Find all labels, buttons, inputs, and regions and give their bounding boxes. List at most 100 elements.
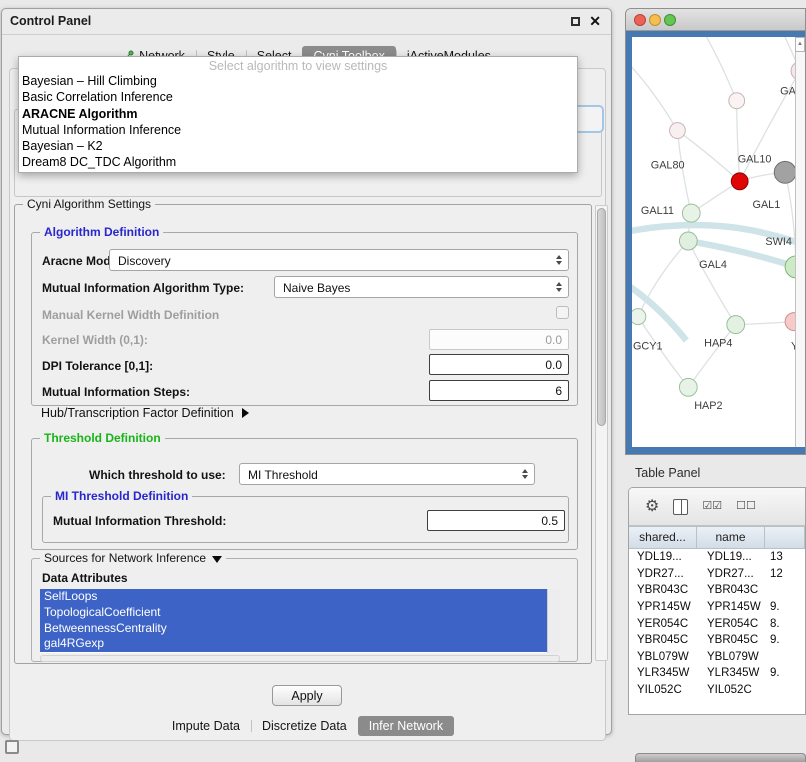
cell: 9. xyxy=(765,634,805,646)
deselect-all-icon[interactable]: ☐☐ xyxy=(736,501,756,512)
dropdown-item-bayesian-k2[interactable]: Bayesian – K2 xyxy=(19,138,577,154)
cell: YDL19... xyxy=(697,551,765,563)
network-node[interactable] xyxy=(774,161,795,183)
float-window-icon[interactable] xyxy=(571,17,580,26)
bottom-panel-edge xyxy=(635,753,806,762)
network-node[interactable] xyxy=(679,232,697,250)
table-row[interactable]: YER054CYER054C8. xyxy=(629,615,805,632)
scrollbar-thumb[interactable] xyxy=(597,208,606,426)
scroll-arrow-icon[interactable]: ▲ xyxy=(795,37,805,52)
close-icon[interactable]: ✕ xyxy=(589,13,601,30)
zoom-traffic-icon[interactable] xyxy=(664,14,676,26)
node-label: GAL80 xyxy=(651,159,685,171)
cell: 12 xyxy=(765,568,805,580)
table-row[interactable]: YBR045CYBR045C9. xyxy=(629,632,805,649)
network-node[interactable] xyxy=(729,93,745,109)
table-body: YDL19...YDL19...13YDR27...YDR27...12YBR0… xyxy=(629,549,805,714)
mi-threshold-field[interactable]: 0.5 xyxy=(427,510,565,531)
network-edge[interactable] xyxy=(638,241,688,317)
close-traffic-icon[interactable] xyxy=(634,14,646,26)
gear-icon[interactable]: ⚙ xyxy=(645,499,659,515)
select-all-icon[interactable]: ☑☑ xyxy=(702,501,722,512)
table-panel-label: Table Panel xyxy=(635,466,700,480)
network-edge[interactable] xyxy=(688,325,735,388)
columns-icon[interactable] xyxy=(673,499,688,515)
network-node[interactable] xyxy=(670,123,686,139)
network-edge[interactable] xyxy=(785,172,795,267)
tab-discretize-data[interactable]: Discretize Data xyxy=(251,716,358,736)
tab-impute-data[interactable]: Impute Data xyxy=(161,716,251,736)
network-node[interactable] xyxy=(682,204,700,222)
network-node[interactable] xyxy=(731,173,748,190)
table-row[interactable]: YLR345WYLR345W9. xyxy=(629,665,805,682)
sources-title[interactable]: Sources for Network Inference xyxy=(40,551,226,565)
dropdown-item-basic-correlation-inference[interactable]: Basic Correlation Inference xyxy=(19,89,577,105)
network-node[interactable] xyxy=(727,316,745,334)
tab-infer-network[interactable]: Infer Network xyxy=(358,716,454,736)
network-edge[interactable] xyxy=(632,57,677,131)
node-label: GCY1 xyxy=(633,340,663,352)
network-edge[interactable] xyxy=(677,131,691,214)
control-panel-titlebar[interactable]: Control Panel ✕ xyxy=(2,9,611,35)
network-node[interactable] xyxy=(785,313,795,331)
node-label: GAL xyxy=(780,86,795,98)
which-threshold-select[interactable]: MI Threshold xyxy=(239,463,535,485)
network-edge[interactable] xyxy=(701,37,737,101)
minimize-traffic-icon[interactable] xyxy=(649,14,661,26)
cyni-algorithm-settings-group: Cyni Algorithm Settings Algorithm Defini… xyxy=(14,204,592,664)
cell: YER054C xyxy=(697,618,765,630)
network-node[interactable] xyxy=(679,378,697,396)
cell: YDL19... xyxy=(629,551,697,563)
kernel-width-field[interactable]: 0.0 xyxy=(429,329,569,350)
algorithm-definition-group: Algorithm Definition Aracne Mode: Discov… xyxy=(31,232,578,406)
cell: YBR045C xyxy=(697,634,765,646)
aracne-mode-select[interactable]: Discovery xyxy=(109,249,569,271)
tab-label: Discretize Data xyxy=(262,719,347,733)
column-header-extra[interactable] xyxy=(765,526,805,549)
network-node[interactable] xyxy=(632,309,646,325)
data-attributes-list[interactable]: SelfLoopsTopologicalCoefficientBetweenne… xyxy=(40,589,560,653)
network-canvas[interactable]: GAL80GAL10GAL1GAL11SWI4GAL4GCY1HAP4HAP2G… xyxy=(632,37,795,447)
mi-steps-field[interactable]: 6 xyxy=(429,380,569,401)
table-row[interactable]: YDL19...YDL19...13 xyxy=(629,549,805,566)
mi-type-select[interactable]: Naive Bayes xyxy=(274,276,569,298)
table-row[interactable]: YIL052CYIL052C xyxy=(629,682,805,699)
settings-scrollbar[interactable] xyxy=(595,205,608,661)
network-window-titlebar[interactable] xyxy=(626,9,805,31)
dropdown-item-dream8-dc-tdc-algorithm[interactable]: Dream8 DC_TDC Algorithm xyxy=(19,154,577,170)
sources-group: Sources for Network Inference Data Attri… xyxy=(31,558,578,662)
list-hscrollbar[interactable] xyxy=(40,655,560,662)
column-header-name[interactable]: name xyxy=(697,526,765,549)
dpi-tolerance-field[interactable]: 0.0 xyxy=(429,354,569,375)
list-item-betweennesscentrality[interactable]: BetweennessCentrality xyxy=(40,621,547,637)
panel-toggle-icon[interactable] xyxy=(5,740,19,754)
cell: YPR145W xyxy=(629,601,697,613)
table-row[interactable]: YBR043CYBR043C xyxy=(629,582,805,599)
column-header-shared[interactable]: shared... xyxy=(629,526,697,549)
cell: 9. xyxy=(765,601,805,613)
table-row[interactable]: YPR145WYPR145W9. xyxy=(629,599,805,616)
table-row[interactable]: YBL079WYBL079W xyxy=(629,649,805,666)
network-scrollbar[interactable] xyxy=(795,37,805,447)
dropdown-item-mutual-information-inference[interactable]: Mutual Information Inference xyxy=(19,122,577,138)
dropdown-item-bayesian-hill-climbing[interactable]: Bayesian – Hill Climbing xyxy=(19,73,577,89)
tab-label: Infer Network xyxy=(369,719,443,733)
dropdown-item-aracne-algorithm[interactable]: ARACNE Algorithm xyxy=(19,106,577,122)
network-edge[interactable] xyxy=(677,131,739,182)
list-item-topologicalcoefficient[interactable]: TopologicalCoefficient xyxy=(40,605,547,621)
table-row[interactable]: YDR27...YDR27...12 xyxy=(629,566,805,583)
threshold-definition-group: Threshold Definition Which threshold to … xyxy=(31,438,578,550)
hub-definition-label: Hub/Transcription Factor Definition xyxy=(41,406,234,420)
mi-threshold-group: MI Threshold Definition Mutual Informati… xyxy=(42,496,569,543)
tab-label: Impute Data xyxy=(172,719,240,733)
network-edge[interactable] xyxy=(688,241,735,325)
list-item-gal4rgexp[interactable]: gal4RGexp xyxy=(40,636,547,652)
list-scrollbar[interactable] xyxy=(547,589,560,653)
list-item-selfloops[interactable]: SelfLoops xyxy=(40,589,547,605)
network-node[interactable] xyxy=(785,256,795,278)
network-graph[interactable]: GAL80GAL10GAL1GAL11SWI4GAL4GCY1HAP4HAP2G… xyxy=(632,37,795,447)
hub-definition-toggle[interactable]: Hub/Transcription Factor Definition xyxy=(41,406,249,420)
network-edge[interactable] xyxy=(737,101,740,182)
manual-kernel-checkbox[interactable] xyxy=(556,306,569,319)
apply-button[interactable]: Apply xyxy=(272,685,342,706)
